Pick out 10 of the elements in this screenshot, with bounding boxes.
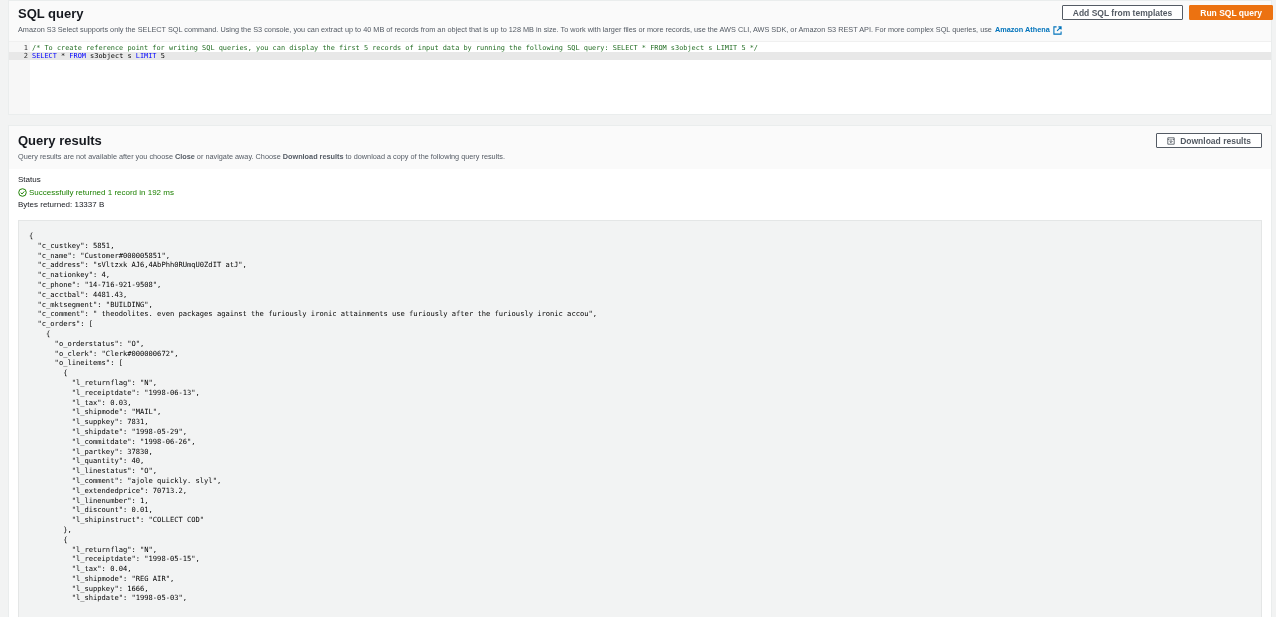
download-icon [1167,136,1176,145]
status-message: Successfully returned 1 record in 192 ms [29,187,174,199]
external-link-icon [1052,25,1062,35]
panel-title: SQL query [18,5,85,22]
panel-title: Query results [18,132,103,149]
templates-button[interactable]: Add SQL from templates [1061,5,1184,20]
status-label: Status [18,174,42,186]
success-icon [18,188,27,197]
bytes-returned: Bytes returned: 13337 B [18,199,106,211]
download-button[interactable]: Download results [1156,133,1262,148]
